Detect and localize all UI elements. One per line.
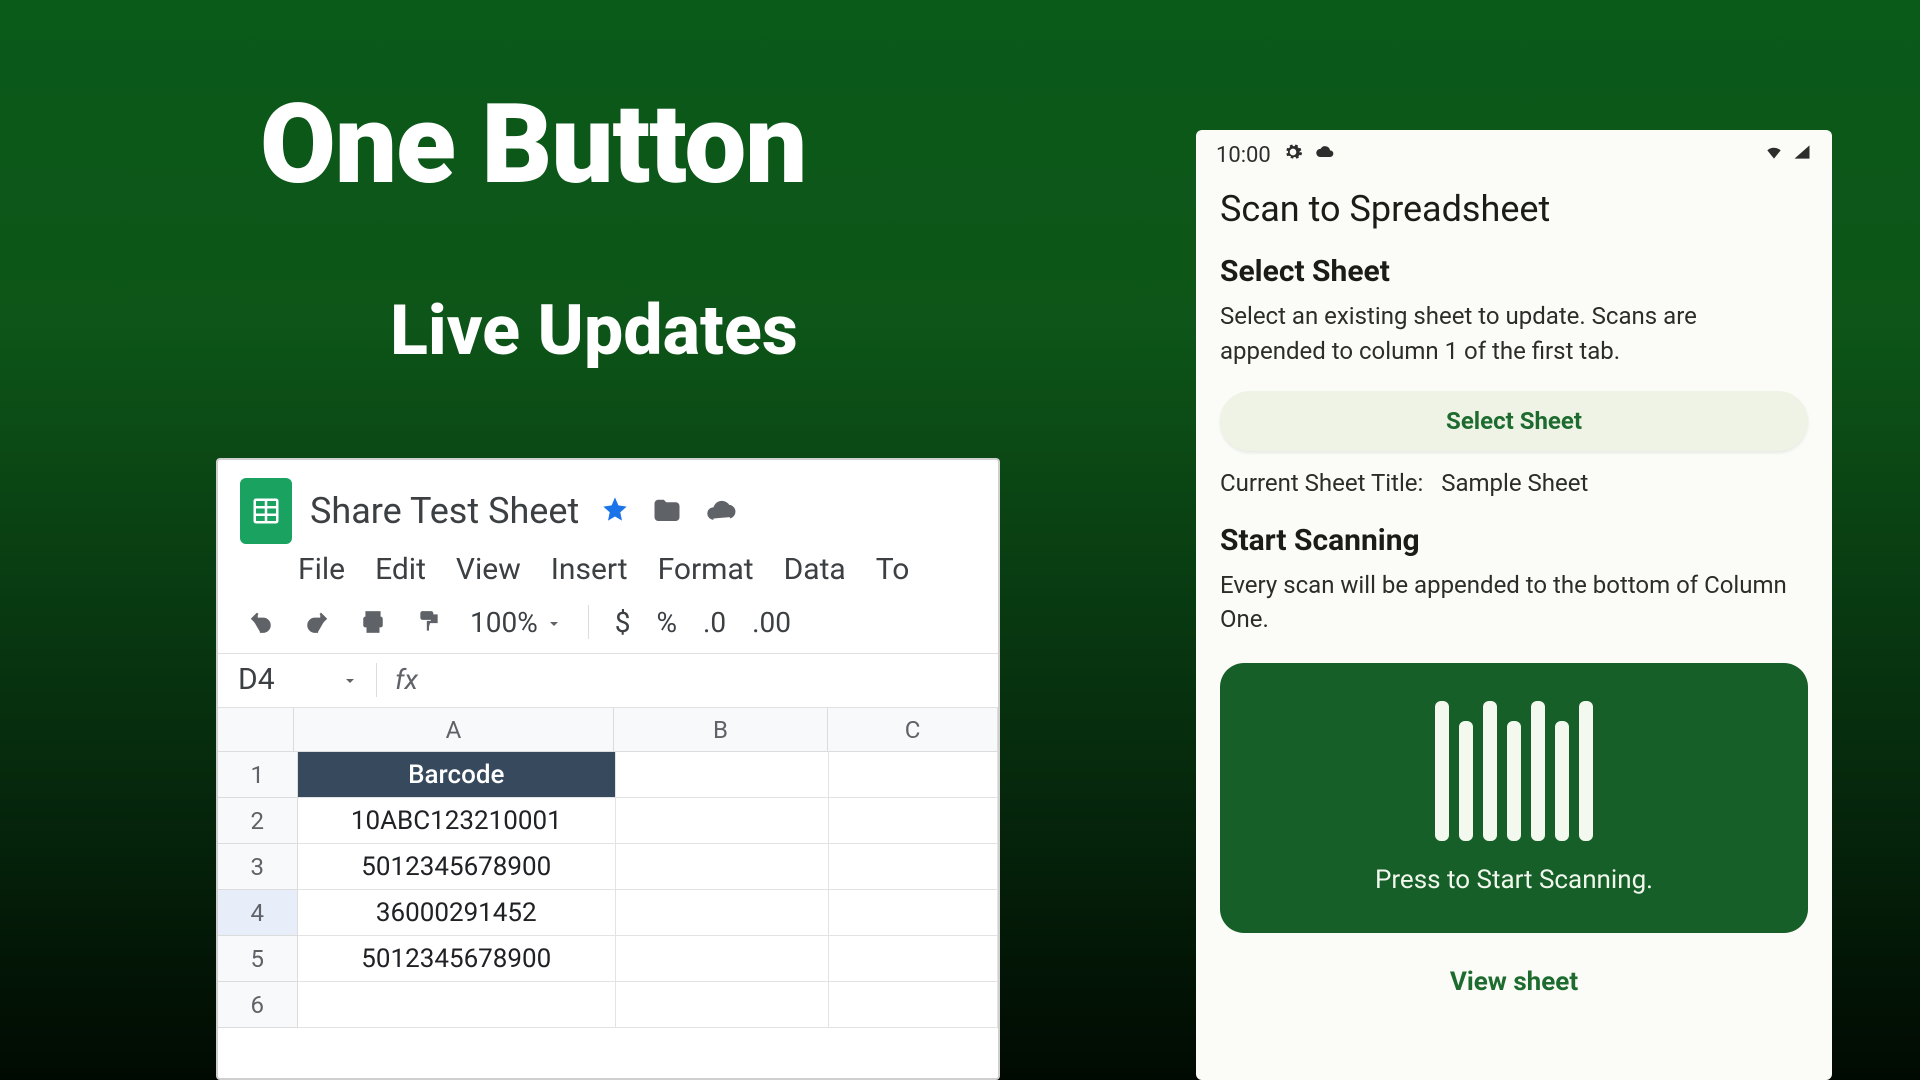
menu-file[interactable]: File [298,552,345,587]
name-box-bar: D4 fx [218,653,998,708]
select-sheet-description: Select an existing sheet to update. Scan… [1196,299,1832,387]
sheets-title-block: Share Test Sheet [310,490,737,532]
redo-icon[interactable] [302,607,332,637]
gear-icon [1283,142,1303,168]
data-cell[interactable]: 5012345678900 [298,936,616,982]
row-header[interactable]: 3 [218,844,298,890]
barcode-icon [1435,701,1593,841]
row-header[interactable]: 5 [218,936,298,982]
data-cell[interactable] [616,890,829,936]
row-header[interactable]: 6 [218,982,298,1028]
data-cell[interactable]: 36000291452 [298,890,616,936]
start-scanning-heading: Start Scanning [1196,517,1832,568]
menu-tools-truncated[interactable]: To [876,552,910,587]
mobile-app-screenshot: 10:00 Scan to Spreadsheet Select Sheet S… [1196,130,1832,1080]
sheets-titlebar: Share Test Sheet [218,460,998,544]
data-cell[interactable] [616,844,829,890]
column-header-b[interactable]: B [614,708,828,752]
cell-reference-value: D4 [238,662,275,697]
increase-decimal-button[interactable]: .00 [752,606,791,639]
print-icon[interactable] [358,607,388,637]
column-title-cell[interactable]: Barcode [298,752,616,798]
menu-format[interactable]: Format [658,552,754,587]
data-cell[interactable] [616,936,829,982]
zoom-dropdown[interactable]: 100% [470,606,562,639]
wifi-icon [1764,142,1784,168]
data-cell[interactable] [829,982,998,1028]
data-cell[interactable] [298,982,616,1028]
table-row: 210ABC123210001 [218,798,998,844]
star-icon[interactable] [601,495,629,527]
cloud-icon [1315,142,1335,168]
column-headers: A B C [218,708,998,752]
menu-edit[interactable]: Edit [375,552,426,587]
document-title[interactable]: Share Test Sheet [310,490,579,532]
currency-format-button[interactable]: $ [615,606,631,639]
data-cell[interactable] [616,752,829,798]
table-row: 6 [218,982,998,1028]
toolbar-separator [376,663,377,697]
data-cell[interactable] [829,844,998,890]
zoom-value: 100% [470,606,538,639]
name-box[interactable]: D4 [238,662,358,697]
table-row: 35012345678900 [218,844,998,890]
current-sheet-value: Sample Sheet [1441,469,1588,497]
percent-format-button[interactable]: % [656,606,677,639]
move-folder-icon[interactable] [651,495,683,527]
sheets-title-row: Share Test Sheet [310,490,737,532]
select-sheet-button[interactable]: Select Sheet [1220,391,1808,451]
table-row: 436000291452 [218,890,998,936]
hero-heading-line2: Live Updates [390,290,798,372]
sheets-logo-icon [240,478,292,544]
data-cell[interactable] [829,752,998,798]
spreadsheet-grid[interactable]: A B C 1Barcode210ABC12321000135012345678… [218,708,998,1028]
toolbar: 100% $ % .0 .00 [218,587,998,653]
toolbar-separator [588,605,589,639]
menu-insert[interactable]: Insert [551,552,628,587]
chevron-down-icon [546,606,562,639]
table-row: 1Barcode [218,752,998,798]
menu-data[interactable]: Data [784,552,846,587]
select-sheet-heading: Select Sheet [1196,248,1832,299]
data-cell[interactable]: 5012345678900 [298,844,616,890]
data-cell[interactable]: 10ABC123210001 [298,798,616,844]
current-sheet-line: Current Sheet Title: Sample Sheet [1196,469,1832,517]
row-header[interactable]: 4 [218,890,298,936]
view-sheet-link[interactable]: View sheet [1196,949,1832,1005]
select-all-corner[interactable] [218,708,294,752]
menu-view[interactable]: View [456,552,521,587]
google-sheets-window: Share Test Sheet File Edit View Insert F… [216,458,1000,1080]
status-bar: 10:00 [1196,130,1832,174]
data-cell[interactable] [829,798,998,844]
cloud-status-icon[interactable] [705,495,737,527]
signal-icon [1792,142,1812,168]
chevron-down-icon [342,662,358,697]
table-row: 55012345678900 [218,936,998,982]
data-cell[interactable] [616,798,829,844]
row-header[interactable]: 2 [218,798,298,844]
start-scanning-description: Every scan will be appended to the botto… [1196,568,1832,656]
row-header[interactable]: 1 [218,752,298,798]
fx-icon: fx [395,663,418,696]
data-cell[interactable] [829,890,998,936]
current-sheet-label: Current Sheet Title: [1220,469,1423,497]
paint-format-icon[interactable] [414,607,444,637]
scan-caption: Press to Start Scanning. [1375,865,1653,895]
column-header-c[interactable]: C [828,708,998,752]
data-cell[interactable] [829,936,998,982]
undo-icon[interactable] [246,607,276,637]
start-scanning-button[interactable]: Press to Start Scanning. [1220,663,1808,933]
data-cell[interactable] [616,982,829,1028]
status-right [1764,142,1812,168]
decrease-decimal-button[interactable]: .0 [703,606,726,639]
hero-heading-line1: One Button [260,80,806,209]
status-left: 10:00 [1216,142,1335,168]
app-title: Scan to Spreadsheet [1196,174,1832,248]
column-header-a[interactable]: A [294,708,614,752]
menu-bar: File Edit View Insert Format Data To [298,552,998,587]
status-time: 10:00 [1216,143,1271,168]
